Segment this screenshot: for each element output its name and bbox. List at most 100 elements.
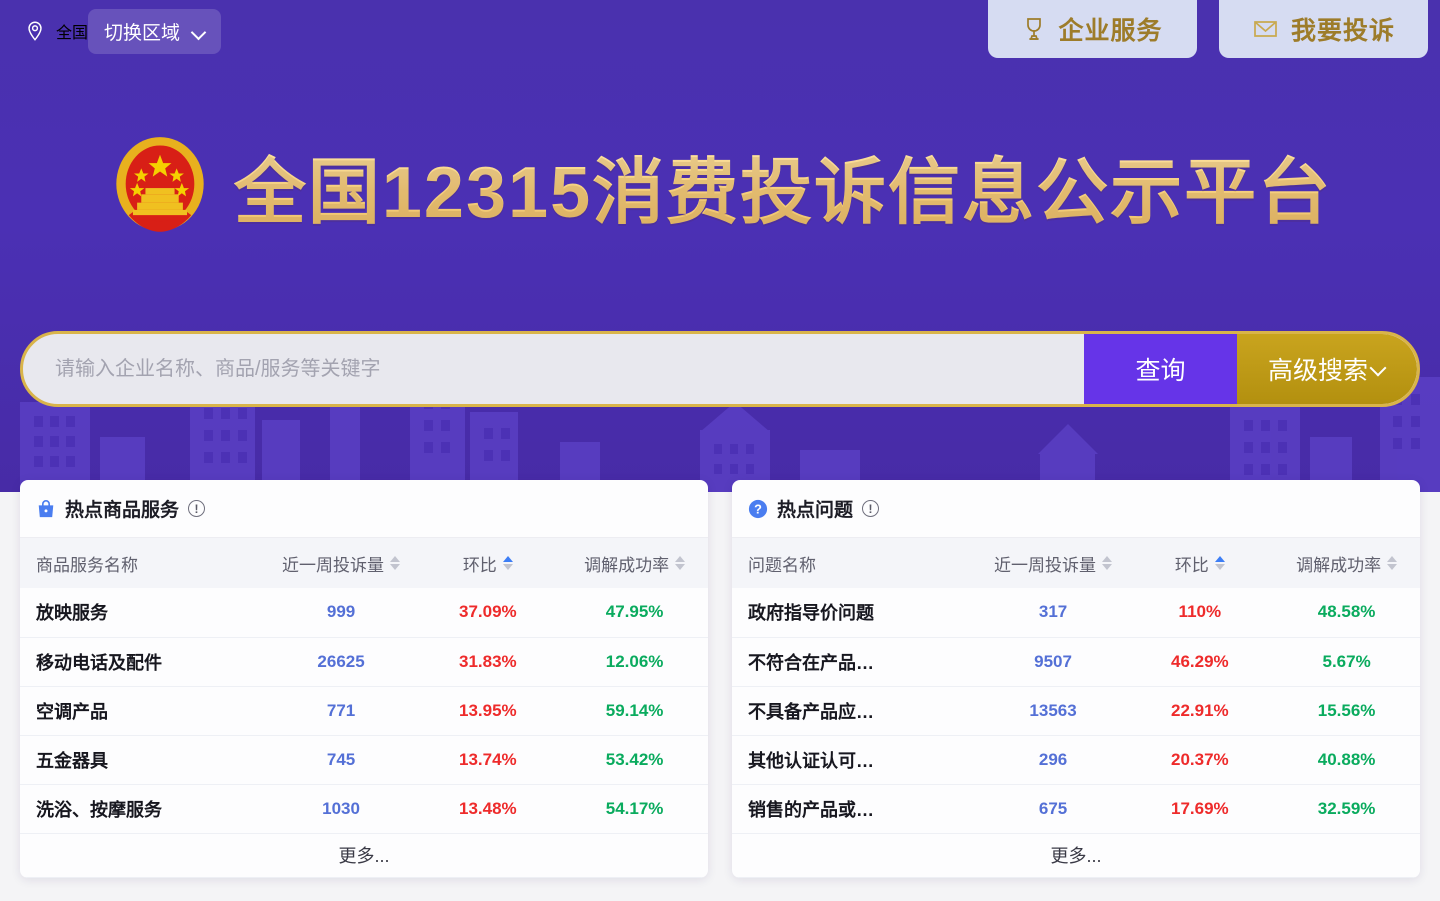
row-ratio: 13.48% bbox=[414, 784, 561, 833]
row-name: 洗浴、按摩服务 bbox=[20, 784, 268, 833]
row-count: 9507 bbox=[980, 637, 1127, 686]
page-title: 全国12315消费投诉信息公示平台 bbox=[234, 133, 1332, 238]
info-circle-icon[interactable]: ! bbox=[188, 500, 205, 517]
region-switch-button[interactable]: 切换区域 bbox=[88, 9, 221, 54]
table-row[interactable]: 其他认证认可… 296 20.37% 40.88% bbox=[732, 735, 1420, 784]
row-rate: 32.59% bbox=[1273, 784, 1420, 833]
row-name: 其他认证认可… bbox=[732, 735, 980, 784]
row-rate: 40.88% bbox=[1273, 735, 1420, 784]
site-title-row: 全国12315消费投诉信息公示平台 bbox=[0, 133, 1440, 238]
region-switch-label: 切换区域 bbox=[104, 18, 180, 45]
row-ratio: 17.69% bbox=[1126, 784, 1273, 833]
card-title: 热点问题 bbox=[777, 495, 853, 522]
hot-issues-card: ? 热点问题 ! 问题名称 近一周投诉量 bbox=[732, 480, 1420, 878]
row-name: 政府指导价问题 bbox=[732, 588, 980, 637]
column-header-name[interactable]: 问题名称 bbox=[732, 538, 980, 588]
question-circle-icon: ? bbox=[748, 499, 768, 519]
file-complaint-button[interactable]: 我要投诉 bbox=[1219, 0, 1428, 58]
row-name: 不具备产品应… bbox=[732, 686, 980, 735]
chevron-down-icon bbox=[192, 27, 205, 35]
search-submit-button[interactable]: 查询 bbox=[1084, 334, 1237, 404]
row-ratio: 13.74% bbox=[414, 735, 561, 784]
column-label: 调解成功率 bbox=[584, 551, 669, 576]
row-count: 296 bbox=[980, 735, 1127, 784]
search-bar: 查询 高级搜索 bbox=[20, 331, 1420, 407]
row-ratio: 22.91% bbox=[1126, 686, 1273, 735]
advanced-search-label: 高级搜索 bbox=[1268, 351, 1368, 387]
card-header: ? 热点问题 ! bbox=[732, 480, 1420, 538]
shopping-bag-icon bbox=[36, 499, 56, 519]
sort-arrows-icon[interactable] bbox=[1102, 556, 1112, 570]
column-label: 近一周投诉量 bbox=[994, 551, 1096, 576]
row-count: 771 bbox=[268, 686, 415, 735]
row-name: 放映服务 bbox=[20, 588, 268, 637]
row-name: 移动电话及配件 bbox=[20, 637, 268, 686]
national-emblem-icon bbox=[108, 134, 212, 238]
row-rate: 47.95% bbox=[561, 588, 708, 637]
table-row[interactable]: 放映服务 999 37.09% 47.95% bbox=[20, 588, 708, 637]
trophy-icon bbox=[1022, 16, 1046, 42]
table-row[interactable]: 空调产品 771 13.95% 59.14% bbox=[20, 686, 708, 735]
row-rate: 53.42% bbox=[561, 735, 708, 784]
info-circle-icon[interactable]: ! bbox=[862, 500, 879, 517]
column-header-weekly-complaints[interactable]: 近一周投诉量 bbox=[980, 538, 1127, 588]
column-header-chain-ratio[interactable]: 环比 bbox=[1126, 538, 1273, 588]
column-header-mediation-rate[interactable]: 调解成功率 bbox=[561, 538, 708, 588]
sort-arrows-icon[interactable] bbox=[1215, 556, 1225, 570]
advanced-search-button[interactable]: 高级搜索 bbox=[1237, 334, 1417, 404]
table-row[interactable]: 不具备产品应… 13563 22.91% 15.56% bbox=[732, 686, 1420, 735]
row-ratio: 37.09% bbox=[414, 588, 561, 637]
top-bar: 全国 切换区域 企业服务 我要投诉 bbox=[0, 0, 1440, 62]
table-row[interactable]: 不符合在产品… 9507 46.29% 5.67% bbox=[732, 637, 1420, 686]
row-rate: 5.67% bbox=[1273, 637, 1420, 686]
column-header-chain-ratio[interactable]: 环比 bbox=[414, 538, 561, 588]
search-input[interactable] bbox=[23, 334, 1084, 404]
enterprise-service-label: 企业服务 bbox=[1058, 11, 1162, 47]
table-row[interactable]: 移动电话及配件 26625 31.83% 12.06% bbox=[20, 637, 708, 686]
table-header-row: 商品服务名称 近一周投诉量 环比 bbox=[20, 538, 708, 588]
column-label: 环比 bbox=[463, 551, 497, 576]
region-name: 全国 bbox=[56, 19, 88, 43]
table-header-row: 问题名称 近一周投诉量 环比 bbox=[732, 538, 1420, 588]
row-rate: 15.56% bbox=[1273, 686, 1420, 735]
column-header-weekly-complaints[interactable]: 近一周投诉量 bbox=[268, 538, 415, 588]
row-ratio: 31.83% bbox=[414, 637, 561, 686]
hot-goods-services-card: 热点商品服务 ! 商品服务名称 近一周投诉量 bbox=[20, 480, 708, 878]
row-ratio: 46.29% bbox=[1126, 637, 1273, 686]
column-label: 环比 bbox=[1175, 551, 1209, 576]
more-link[interactable]: 更多... bbox=[20, 833, 708, 877]
column-label: 调解成功率 bbox=[1296, 551, 1381, 576]
row-name: 销售的产品或… bbox=[732, 784, 980, 833]
sort-arrows-icon[interactable] bbox=[1387, 556, 1397, 570]
column-header-name[interactable]: 商品服务名称 bbox=[20, 538, 268, 588]
row-rate: 59.14% bbox=[561, 686, 708, 735]
row-rate: 48.58% bbox=[1273, 588, 1420, 637]
chevron-down-icon bbox=[1370, 364, 1386, 374]
row-count: 13563 bbox=[980, 686, 1127, 735]
row-name: 空调产品 bbox=[20, 686, 268, 735]
hot-issues-table: 问题名称 近一周投诉量 环比 bbox=[732, 538, 1420, 878]
row-rate: 12.06% bbox=[561, 637, 708, 686]
file-complaint-label: 我要投诉 bbox=[1291, 11, 1395, 47]
hot-goods-table: 商品服务名称 近一周投诉量 环比 bbox=[20, 538, 708, 878]
top-action-buttons: 企业服务 我要投诉 bbox=[988, 0, 1428, 58]
row-name: 不符合在产品… bbox=[732, 637, 980, 686]
more-row[interactable]: 更多... bbox=[20, 833, 708, 877]
table-row[interactable]: 洗浴、按摩服务 1030 13.48% 54.17% bbox=[20, 784, 708, 833]
row-count: 745 bbox=[268, 735, 415, 784]
sort-arrows-icon[interactable] bbox=[675, 556, 685, 570]
sort-arrows-icon[interactable] bbox=[503, 556, 513, 570]
table-row[interactable]: 政府指导价问题 317 110% 48.58% bbox=[732, 588, 1420, 637]
more-link[interactable]: 更多... bbox=[732, 833, 1420, 877]
enterprise-service-button[interactable]: 企业服务 bbox=[988, 0, 1197, 58]
more-row[interactable]: 更多... bbox=[732, 833, 1420, 877]
table-row[interactable]: 销售的产品或… 675 17.69% 32.59% bbox=[732, 784, 1420, 833]
column-header-mediation-rate[interactable]: 调解成功率 bbox=[1273, 538, 1420, 588]
row-rate: 54.17% bbox=[561, 784, 708, 833]
sort-arrows-icon[interactable] bbox=[390, 556, 400, 570]
card-header: 热点商品服务 ! bbox=[20, 480, 708, 538]
row-count: 26625 bbox=[268, 637, 415, 686]
table-row[interactable]: 五金器具 745 13.74% 53.42% bbox=[20, 735, 708, 784]
row-ratio: 20.37% bbox=[1126, 735, 1273, 784]
search-submit-label: 查询 bbox=[1135, 351, 1185, 387]
